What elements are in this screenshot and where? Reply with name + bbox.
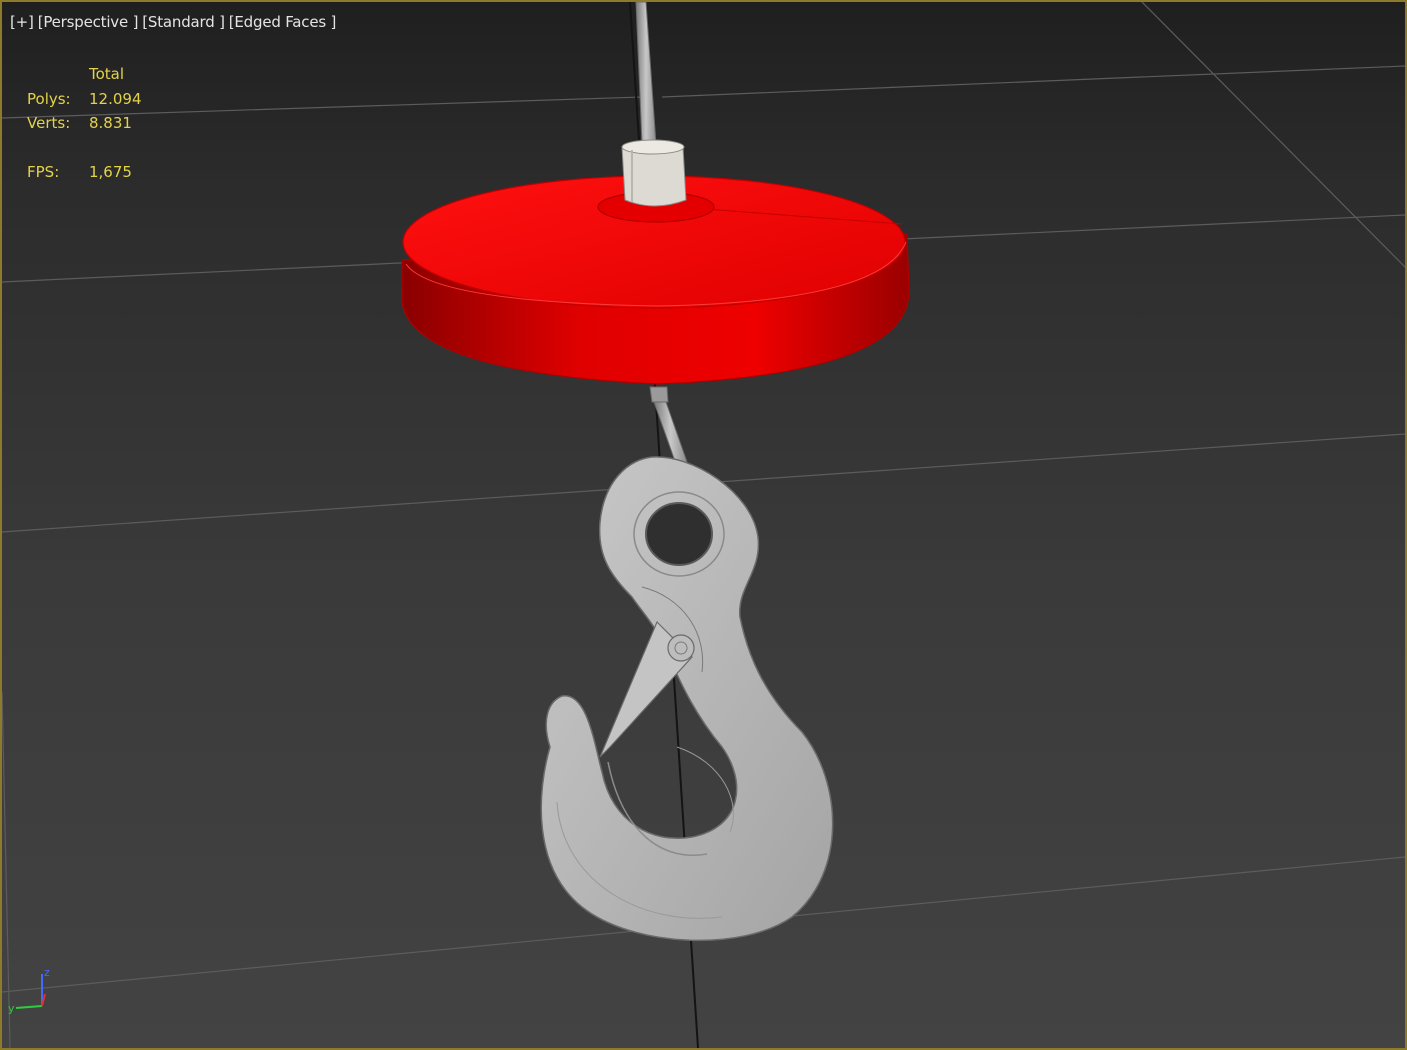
display-mode-label[interactable]: [Edged Faces ] (229, 13, 337, 31)
fps-label: FPS: (27, 162, 60, 181)
shading-style-label[interactable]: [Standard ] (142, 13, 225, 31)
cable-upper (635, 2, 657, 145)
viewport-label-menu[interactable]: [+] [Perspective ] [Standard ] [Edged Faces… (10, 13, 340, 31)
x-axis-line (15, 1005, 43, 1009)
view-axis-gizmo-icon: z y (8, 966, 50, 1014)
stats-total-header: Total (89, 65, 125, 83)
grid-line (661, 65, 1405, 98)
verts-value: 8.831 (89, 114, 132, 132)
y-axis-label: y (8, 1002, 15, 1014)
polys-label: Polys: (27, 89, 71, 108)
viewport-menu-icon[interactable]: [+] (10, 13, 34, 31)
scene-3d[interactable] (2, 2, 1405, 1048)
cable-clamp (621, 139, 687, 207)
polys-value: 12.094 (89, 89, 142, 108)
view-type-label[interactable]: [Perspective ] (38, 13, 139, 31)
grid-line (1141, 2, 1405, 268)
fps-value: 1,675 (89, 162, 132, 181)
verts-label: Verts: (27, 114, 71, 132)
crane-hook (540, 456, 834, 942)
hoist-puck (401, 175, 910, 385)
z-axis-label: z (44, 966, 50, 979)
viewport-statistics: Total Polys: 12.094 Verts: 8.831 FPS: 1,675 (27, 62, 142, 184)
perspective-viewport[interactable]: [+] [Perspective ] [Standard ] [Edged Faces… (0, 0, 1407, 1050)
latch-pin (667, 634, 695, 662)
